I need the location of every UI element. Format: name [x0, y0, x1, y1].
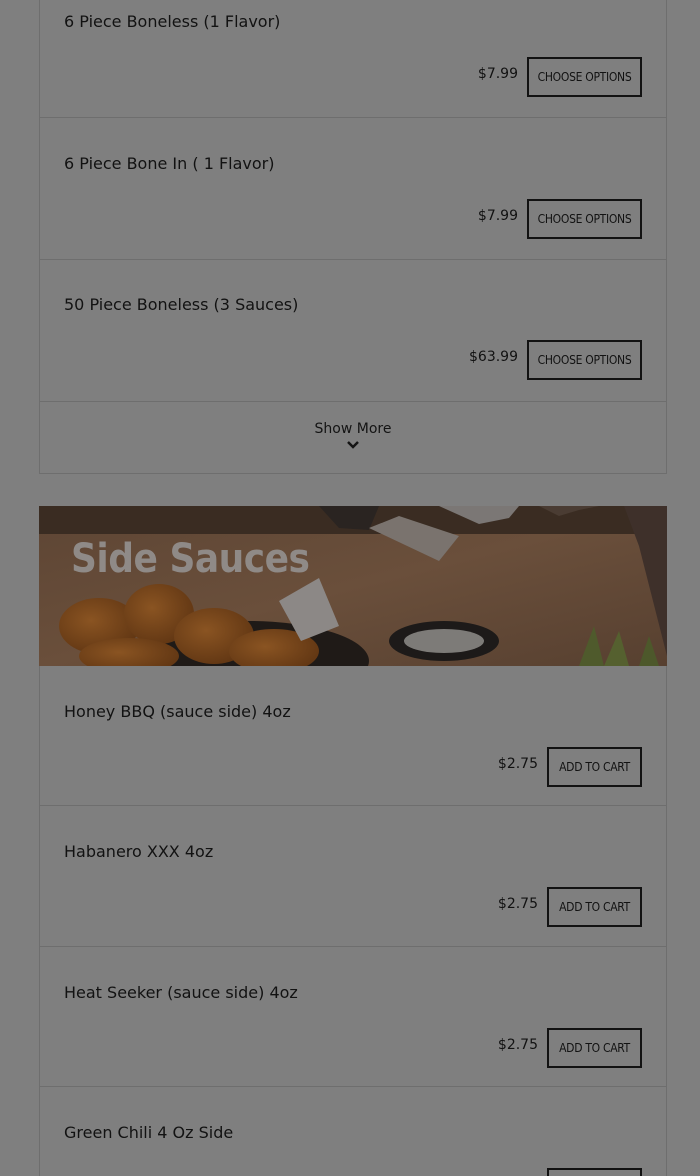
- add-to-cart-button[interactable]: Add To Cart: [547, 1028, 642, 1068]
- wings-photo: [39, 506, 667, 666]
- choose-options-button[interactable]: Choose Options: [527, 57, 642, 97]
- choose-options-button[interactable]: Choose Options: [527, 199, 642, 239]
- add-to-cart-button[interactable]: Add To Cart: [547, 887, 642, 927]
- menu-item: 6 Piece Boneless (1 Flavor) $7.99 Choose…: [40, 0, 666, 118]
- menu-item: Green Chili 4 Oz Side: [40, 1087, 666, 1176]
- item-price: $63.99: [469, 349, 518, 365]
- add-to-cart-button[interactable]: [547, 1168, 642, 1176]
- menu-panel-sauces: Honey BBQ (sauce side) 4oz $2.75 Add To …: [39, 666, 667, 1176]
- item-price: $2.75: [497, 1037, 538, 1053]
- menu-item: 50 Piece Boneless (3 Sauces) $63.99 Choo…: [40, 260, 666, 402]
- menu-panel-wings: 6 Piece Boneless (1 Flavor) $7.99 Choose…: [39, 0, 667, 474]
- section-banner-image: Side Sauces: [39, 506, 667, 666]
- chevron-down-icon: [347, 441, 359, 449]
- item-name: Heat Seeker (sauce side) 4oz: [64, 983, 298, 1002]
- show-more-label: Show More: [314, 421, 392, 437]
- menu-item: Heat Seeker (sauce side) 4oz $2.75 Add T…: [40, 947, 666, 1087]
- item-name: Green Chili 4 Oz Side: [64, 1123, 234, 1142]
- menu-item: 6 Piece Bone In ( 1 Flavor) $7.99 Choose…: [40, 118, 666, 260]
- item-price: $7.99: [477, 208, 518, 224]
- item-name: 6 Piece Bone In ( 1 Flavor): [64, 154, 275, 173]
- add-to-cart-button[interactable]: Add To Cart: [547, 747, 642, 787]
- item-price: $2.75: [497, 896, 538, 912]
- item-name: Habanero XXX 4oz: [64, 842, 214, 861]
- item-price: $7.99: [477, 66, 518, 82]
- show-more-button[interactable]: Show More: [40, 402, 666, 474]
- choose-options-button[interactable]: Choose Options: [527, 340, 642, 380]
- section-title: Side Sauces: [71, 536, 310, 582]
- menu-item: Honey BBQ (sauce side) 4oz $2.75 Add To …: [40, 666, 666, 806]
- item-name: 50 Piece Boneless (3 Sauces): [64, 295, 299, 314]
- item-price: $2.75: [497, 756, 538, 772]
- item-name: 6 Piece Boneless (1 Flavor): [64, 12, 281, 31]
- item-name: Honey BBQ (sauce side) 4oz: [64, 702, 291, 721]
- menu-item: Habanero XXX 4oz $2.75 Add To Cart: [40, 806, 666, 947]
